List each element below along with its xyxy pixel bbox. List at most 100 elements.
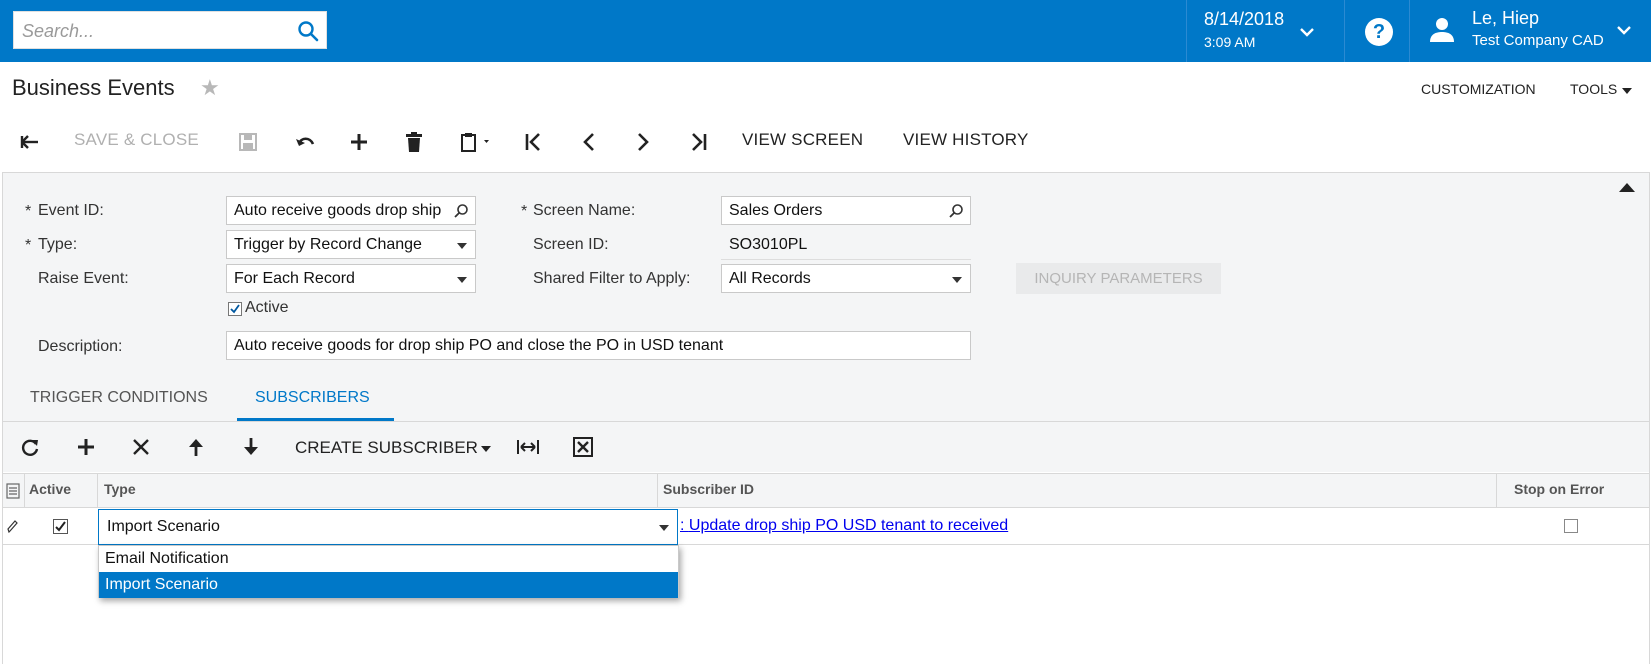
checkmark-icon	[55, 521, 66, 532]
favorite-star-icon[interactable]: ★	[200, 75, 220, 101]
divider	[1186, 0, 1187, 62]
refresh-icon	[21, 439, 39, 456]
next-record-button[interactable]	[631, 124, 655, 160]
help-icon[interactable]: ?	[1365, 18, 1393, 46]
business-time[interactable]: 3:09 AM	[1204, 34, 1255, 50]
refresh-button[interactable]	[18, 429, 42, 465]
caret-down-icon[interactable]	[481, 446, 491, 452]
view-screen-button[interactable]: VIEW SCREEN	[742, 130, 863, 150]
user-name[interactable]: Le, Hiep	[1472, 8, 1539, 29]
required-marker: *	[25, 237, 32, 254]
search-input[interactable]	[22, 19, 282, 43]
divider	[1344, 0, 1345, 62]
back-button[interactable]	[18, 124, 42, 160]
move-down-button[interactable]	[239, 429, 263, 465]
export-excel-button[interactable]	[571, 429, 595, 465]
caret-down-icon	[457, 277, 467, 283]
first-record-button[interactable]	[522, 124, 546, 160]
description-field[interactable]: Auto receive goods for drop ship PO and …	[226, 331, 971, 360]
delete-button[interactable]	[402, 124, 426, 160]
description-label: Description:	[38, 338, 123, 355]
divider	[721, 259, 971, 260]
search-box[interactable]	[13, 11, 327, 49]
move-up-button[interactable]	[184, 429, 208, 465]
tab-trigger-conditions[interactable]: TRIGGER CONDITIONS	[30, 389, 208, 407]
tools-menu[interactable]: TOOLS	[1570, 81, 1617, 97]
type-label: Type:	[38, 236, 78, 253]
user-icon[interactable]	[1426, 14, 1458, 46]
undo-icon	[296, 137, 315, 146]
row-type-select[interactable]: Import Scenario	[98, 509, 678, 545]
lookup-icon[interactable]	[453, 203, 469, 219]
caret-down-icon	[659, 525, 669, 531]
event-id-field[interactable]: Auto receive goods drop ship	[226, 196, 476, 225]
column-divider	[657, 473, 658, 508]
save-close-button[interactable]: SAVE & CLOSE	[74, 130, 199, 150]
raise-event-value: For Each Record	[234, 270, 355, 287]
create-subscriber-button[interactable]: CREATE SUBSCRIBER	[295, 438, 478, 458]
undo-button[interactable]	[292, 124, 318, 160]
search-icon[interactable]	[296, 19, 320, 43]
caret-down-icon	[457, 243, 467, 249]
option-import-scenario[interactable]: Import Scenario	[99, 572, 678, 598]
shared-filter-value: All Records	[729, 270, 811, 287]
tab-subscribers[interactable]: SUBSCRIBERS	[255, 389, 370, 407]
grid-header	[3, 473, 1649, 508]
user-company[interactable]: Test Company CAD	[1472, 32, 1604, 49]
excel-icon	[573, 437, 593, 457]
inquiry-parameters-button[interactable]: INQUIRY PARAMETERS	[1016, 263, 1221, 294]
screen-id-value: SO3010PL	[729, 236, 808, 253]
last-icon	[692, 133, 707, 151]
close-icon	[133, 439, 149, 455]
type-select[interactable]: Trigger by Record Change	[226, 230, 476, 259]
last-record-button[interactable]	[686, 124, 710, 160]
row-selector-icon[interactable]	[6, 483, 20, 499]
event-id-label: Event ID:	[38, 202, 104, 219]
screen-id-label: Screen ID:	[533, 236, 609, 253]
copy-paste-button[interactable]	[458, 124, 498, 160]
panel-border	[1649, 172, 1650, 664]
add-row-button[interactable]	[74, 429, 98, 465]
required-marker: *	[25, 203, 32, 220]
type-dropdown-list: Email Notification Import Scenario	[98, 545, 679, 598]
checkmark-icon	[230, 304, 240, 314]
column-header-stop-on-error[interactable]: Stop on Error	[1514, 481, 1604, 497]
back-arrow-icon	[20, 135, 38, 149]
view-history-button[interactable]: VIEW HISTORY	[903, 130, 1029, 150]
shared-filter-label: Shared Filter to Apply:	[533, 270, 691, 287]
trash-icon	[406, 132, 422, 152]
row-type-value: Import Scenario	[107, 518, 220, 535]
stop-on-error-checkbox[interactable]	[1564, 519, 1578, 533]
column-divider	[24, 473, 25, 508]
type-value: Trigger by Record Change	[234, 236, 422, 253]
collapse-icon[interactable]	[1619, 183, 1635, 192]
plus-icon	[351, 134, 367, 150]
lookup-icon[interactable]	[948, 203, 964, 219]
column-header-type[interactable]: Type	[104, 481, 136, 497]
raise-event-select[interactable]: For Each Record	[226, 264, 476, 293]
caret-down-icon[interactable]	[1622, 88, 1632, 94]
save-button[interactable]	[236, 124, 260, 160]
shared-filter-select[interactable]: All Records	[721, 264, 971, 293]
column-header-active[interactable]: Active	[29, 481, 71, 497]
customization-menu[interactable]: CUSTOMIZATION	[1421, 81, 1536, 97]
subscriber-id-value[interactable]: Update drop ship PO USD tenant to receiv…	[689, 517, 1008, 534]
row-active-checkbox[interactable]	[53, 519, 68, 534]
previous-record-button[interactable]	[577, 124, 601, 160]
subscriber-id-link[interactable]: : Update drop ship PO USD tenant to rece…	[680, 517, 1008, 535]
business-date[interactable]: 8/14/2018	[1204, 9, 1284, 30]
plus-icon	[78, 439, 94, 455]
fit-columns-button[interactable]	[515, 429, 541, 465]
add-button[interactable]	[347, 124, 371, 160]
delete-row-button[interactable]	[129, 429, 153, 465]
edit-pencil-icon	[7, 520, 18, 533]
option-email-notification[interactable]: Email Notification	[99, 546, 678, 572]
column-header-subscriber-id[interactable]: Subscriber ID	[663, 481, 754, 497]
chevron-down-icon[interactable]	[1297, 22, 1317, 42]
description-value: Auto receive goods for drop ship PO and …	[234, 337, 724, 354]
chevron-down-icon[interactable]	[1614, 20, 1634, 40]
screen-name-label: Screen Name:	[533, 202, 636, 219]
arrow-down-icon	[244, 438, 258, 455]
screen-name-field[interactable]: Sales Orders	[721, 196, 971, 225]
active-checkbox[interactable]	[228, 302, 242, 316]
